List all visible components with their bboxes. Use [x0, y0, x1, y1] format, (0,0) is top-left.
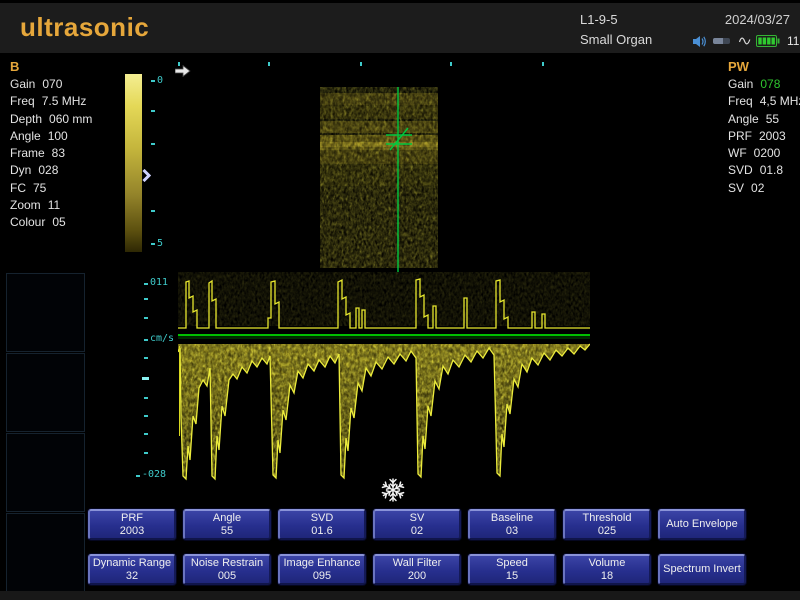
status-icons: 11 57 — [693, 33, 800, 49]
b-mode-title: B — [10, 59, 92, 77]
pw-param-svd: SVD01.8 — [728, 163, 800, 180]
image-thumbnail-slot-2[interactable] — [6, 353, 85, 432]
time-tick — [542, 62, 544, 66]
spectrum-invert-button[interactable]: Spectrum Invert — [658, 554, 746, 585]
focus-marker-icon — [142, 169, 151, 182]
svd-button[interactable]: SVD01.6 — [278, 509, 366, 540]
pw-param-wf: WF0200 — [728, 146, 800, 163]
velocity-scale-top: 011 — [150, 278, 168, 288]
image-thumbnail-slot-3[interactable] — [6, 433, 85, 512]
depth-scale-top: 0 — [157, 76, 163, 86]
velocity-tick — [136, 475, 140, 477]
wall-filter-button[interactable]: Wall Filter200 — [373, 554, 461, 585]
image-thumbnail-slot-4[interactable] — [6, 513, 85, 592]
depth-tick — [151, 110, 155, 112]
b-param-depth: Depth060 mm — [10, 112, 92, 129]
depth-tick — [151, 210, 155, 212]
velocity-scale-bottom: -028 — [142, 470, 166, 480]
velocity-tick — [144, 433, 148, 435]
image-enhance-button[interactable]: Image Enhance095 — [278, 554, 366, 585]
freeze-snowflake-icon — [380, 477, 406, 503]
ultrasound-screen: ultrasonic L1-9-5 Small Organ 2024/03/27 — [0, 0, 800, 600]
angle-button[interactable]: Angle55 — [183, 509, 271, 540]
softkey-row-2: Dynamic Range32 Noise Restrain005 Image … — [88, 554, 746, 585]
ac-power-icon — [739, 36, 751, 46]
velocity-tick — [144, 339, 148, 341]
grayscale-colorbar — [125, 74, 142, 252]
velocity-unit-label: cm/s — [150, 334, 174, 344]
time-tick — [360, 62, 362, 66]
b-param-angle: Angle100 — [10, 129, 92, 146]
depth-tick — [151, 80, 155, 82]
velocity-baseline-tick — [142, 377, 149, 380]
velocity-tick — [144, 397, 148, 399]
system-date: 2024/03/27 — [725, 12, 790, 27]
depth-tick — [151, 243, 155, 245]
b-param-freq: Freq7.5 MHz — [10, 94, 92, 111]
dynamic-range-button[interactable]: Dynamic Range32 — [88, 554, 176, 585]
prf-button[interactable]: PRF2003 — [88, 509, 176, 540]
speed-button[interactable]: Speed15 — [468, 554, 556, 585]
volume-level-bar — [713, 38, 730, 44]
noise-restrain-button[interactable]: Noise Restrain005 — [183, 554, 271, 585]
pw-param-gain: Gain078 — [728, 77, 800, 94]
b-param-fc: FC75 — [10, 181, 92, 198]
b-param-dyn: Dyn028 — [10, 163, 92, 180]
b-param-zoom: Zoom11 — [10, 198, 92, 215]
b-param-gain: Gain070 — [10, 77, 92, 94]
pw-param-angle: Angle55 — [728, 112, 800, 129]
depth-scale-bottom: 5 — [157, 239, 163, 249]
battery-icon — [756, 35, 780, 47]
velocity-tick — [144, 298, 148, 300]
top-status-bar: ultrasonic L1-9-5 Small Organ 2024/03/27 — [0, 3, 800, 53]
depth-tick — [151, 143, 155, 145]
velocity-tick — [144, 452, 148, 454]
pw-param-freq: Freq4,5 MHz — [728, 94, 800, 111]
baseline-button[interactable]: Baseline03 — [468, 509, 556, 540]
pw-mode-title: PW — [728, 59, 800, 77]
b-mode-image — [320, 87, 438, 271]
b-param-colour: Colour05 — [10, 215, 92, 232]
sv-button[interactable]: SV02 — [373, 509, 461, 540]
pw-mode-parameter-panel: PW Gain078 Freq4,5 MHz Angle55 PRF2003 W… — [728, 59, 800, 198]
probe-model: L1-9-5 — [580, 12, 618, 27]
b-param-frame: Frame83 — [10, 146, 92, 163]
velocity-tick — [144, 357, 148, 359]
velocity-tick — [144, 317, 148, 319]
threshold-button[interactable]: Threshold025 — [563, 509, 651, 540]
velocity-tick — [144, 415, 148, 417]
bottom-strip — [0, 591, 800, 600]
mouse-cursor-icon — [175, 65, 191, 77]
time-tick — [450, 62, 452, 66]
volume-button[interactable]: Volume18 — [563, 554, 651, 585]
auto-envelope-button[interactable]: Auto Envelope — [658, 509, 746, 540]
pw-spectrum-display — [178, 268, 590, 486]
pw-param-prf: PRF2003 — [728, 129, 800, 146]
brand-logo: ultrasonic — [20, 12, 149, 43]
speaker-icon — [693, 35, 708, 48]
velocity-tick — [144, 283, 148, 285]
time-tick — [268, 62, 270, 66]
pw-param-sv: SV02 — [728, 181, 800, 198]
b-mode-parameter-panel: B Gain070 Freq7.5 MHz Depth060 mm Angle1… — [10, 59, 92, 233]
exam-preset: Small Organ — [580, 32, 652, 47]
system-time: 11 57 — [787, 34, 800, 48]
image-thumbnail-slot-1[interactable] — [6, 273, 85, 352]
softkey-row-1: PRF2003 Angle55 SVD01.6 SV02 Baseline03 … — [88, 509, 746, 540]
